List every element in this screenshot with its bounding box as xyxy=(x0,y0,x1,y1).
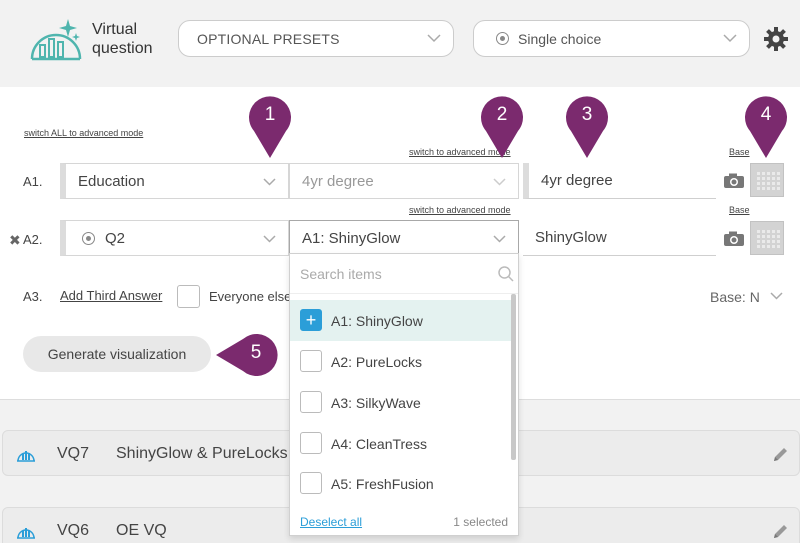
checkbox-icon xyxy=(300,432,322,454)
vq-id: VQ6 xyxy=(57,522,90,539)
marker-5: 5 xyxy=(215,332,279,378)
close-icon[interactable]: ✖ xyxy=(9,232,21,249)
app-title-text: Virtual question xyxy=(92,21,153,57)
question-select-a1[interactable]: Education xyxy=(60,163,289,199)
switch-all-advanced-link[interactable]: switch ALL to advanced mode xyxy=(24,128,143,138)
everyone-else-checkbox[interactable] xyxy=(177,285,200,308)
chevron-down-icon xyxy=(723,34,737,43)
dropdown-item[interactable]: + A1: ShinyGlow xyxy=(290,300,512,341)
dropdown-item[interactable]: A5: FreshFusion xyxy=(290,463,512,504)
question-type-label: Single choice xyxy=(518,30,602,47)
question-select-value: Education xyxy=(78,172,145,190)
chevron-down-icon xyxy=(263,178,276,186)
question-select-a2[interactable]: Q2 xyxy=(60,220,289,256)
answer-label-value: 4yr degree xyxy=(541,172,613,189)
chart-icon xyxy=(17,528,35,539)
radio-icon xyxy=(496,32,509,45)
optional-presets-dropdown[interactable]: OPTIONAL PRESETS xyxy=(178,20,454,57)
dropdown-item[interactable]: A4: CleanTress xyxy=(290,423,512,464)
search-icon xyxy=(498,266,514,282)
answer-select-a2[interactable]: A1: ShinyGlow xyxy=(289,220,519,256)
chevron-down-icon xyxy=(493,235,506,243)
marker-3: 3 xyxy=(564,95,610,159)
dropdown-item-label: A1: ShinyGlow xyxy=(331,312,423,329)
gear-icon[interactable] xyxy=(763,26,789,52)
marker-number: 3 xyxy=(581,104,593,125)
camera-icon[interactable] xyxy=(723,231,745,247)
add-third-answer-link[interactable]: Add Third Answer xyxy=(60,288,162,303)
checkbox-icon xyxy=(300,350,322,372)
grid-icon xyxy=(757,230,780,248)
chevron-down-icon[interactable] xyxy=(770,289,783,302)
radio-icon xyxy=(82,231,95,245)
deselect-all-link[interactable]: Deselect all xyxy=(300,515,362,529)
everyone-else-label: Everyone else xyxy=(209,289,292,304)
camera-icon[interactable] xyxy=(723,173,745,189)
dropdown-item-label: A5: FreshFusion xyxy=(331,475,434,492)
answer-label-input-a2[interactable]: ShinyGlow xyxy=(523,220,716,256)
pencil-icon[interactable] xyxy=(772,445,790,463)
chevron-down-icon xyxy=(427,34,441,43)
vq-id: VQ7 xyxy=(57,445,90,462)
generate-visualization-button[interactable]: Generate visualization xyxy=(23,336,211,372)
answer-label-value: ShinyGlow xyxy=(535,229,607,246)
dropdown-scrollbar[interactable] xyxy=(511,294,516,460)
dropdown-search-input[interactable]: Search items xyxy=(290,254,518,294)
answer-options-dropdown: Search items + A1: ShinyGlow A2: PureLoc… xyxy=(289,253,519,536)
question-select-value: Q2 xyxy=(105,229,126,247)
switch-advanced-link-a2[interactable]: switch to advanced mode xyxy=(409,205,511,215)
chart-icon xyxy=(17,451,35,462)
top-bar: Virtual question OPTIONAL PRESETS Single… xyxy=(0,0,800,87)
virtual-question-logo-icon xyxy=(30,19,82,61)
marker-number: 5 xyxy=(250,342,262,363)
app-title: Virtual question xyxy=(92,20,162,58)
vq-name: OE VQ xyxy=(116,522,167,539)
dropdown-item-label: A2: PureLocks xyxy=(331,353,423,370)
grid-icon xyxy=(757,172,780,190)
marker-4: 4 xyxy=(743,95,789,159)
checkbox-checked-icon: + xyxy=(300,309,322,331)
search-placeholder: Search items xyxy=(300,266,382,282)
vq-name: ShinyGlow & PureLocks xyxy=(116,445,288,462)
row-label-a1: A1. xyxy=(23,174,43,189)
color-grid-button-a2[interactable] xyxy=(750,221,784,255)
marker-1: 1 xyxy=(247,95,293,159)
dropdown-item-label: A4: CleanTress xyxy=(331,435,427,452)
marker-number: 4 xyxy=(760,104,772,125)
color-grid-button-a1[interactable] xyxy=(750,163,784,197)
row-label-a2: A2. xyxy=(23,232,43,247)
row-label-a3: A3. xyxy=(23,289,43,304)
marker-number: 1 xyxy=(264,104,276,125)
base-n-select[interactable]: Base: N xyxy=(710,289,760,305)
answer-label-input-a1[interactable]: 4yr degree xyxy=(523,163,716,199)
marker-number: 2 xyxy=(496,104,508,125)
answer-select-value: 4yr degree xyxy=(302,172,374,190)
base-link-a2[interactable]: Base xyxy=(729,205,750,215)
question-type-dropdown[interactable]: Single choice xyxy=(473,20,750,57)
optional-presets-label: OPTIONAL PRESETS xyxy=(197,30,340,47)
checkbox-icon xyxy=(300,391,322,413)
marker-2: 2 xyxy=(479,95,525,159)
dropdown-item[interactable]: A3: SilkyWave xyxy=(290,382,512,423)
checkbox-icon xyxy=(300,472,322,494)
dropdown-item[interactable]: A2: PureLocks xyxy=(290,341,512,382)
dropdown-item-label: A3: SilkyWave xyxy=(331,394,421,411)
selected-count: 1 selected xyxy=(453,515,508,529)
chevron-down-icon xyxy=(263,235,276,243)
chevron-down-icon xyxy=(493,178,506,186)
dropdown-footer: Deselect all 1 selected xyxy=(290,510,518,535)
answer-select-value: A1: ShinyGlow xyxy=(302,229,401,247)
pencil-icon[interactable] xyxy=(772,522,790,540)
answer-select-a1[interactable]: 4yr degree xyxy=(289,163,519,199)
